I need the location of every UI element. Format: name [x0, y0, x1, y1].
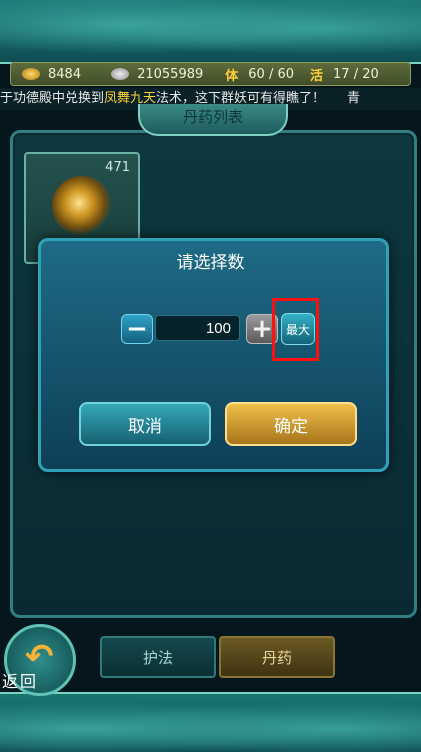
gold-amount: 8484: [48, 66, 82, 82]
activity-label: 活: [310, 68, 324, 84]
marquee-prefix: 于功德殿中兑换到: [0, 91, 105, 106]
tab-danyao[interactable]: 丹药: [219, 636, 335, 678]
back-label[interactable]: 返回: [2, 668, 38, 692]
stamina-label: 体: [225, 68, 239, 84]
top-banner: [0, 0, 421, 64]
marquee-tail: 青: [347, 91, 361, 106]
silver-resource: 21055989: [111, 67, 203, 82]
quantity-input[interactable]: [155, 315, 240, 341]
cancel-button[interactable]: 取消: [79, 402, 211, 446]
decrease-button[interactable]: −: [121, 314, 153, 344]
confirm-button[interactable]: 确定: [225, 402, 357, 446]
resource-bar: 8484 21055989 体 60 / 60 活 17 / 20: [10, 62, 411, 86]
max-button-highlight: [272, 298, 319, 361]
stamina-value: 60 / 60: [248, 66, 295, 82]
minus-icon: −: [126, 314, 148, 344]
plus-icon: +: [251, 314, 273, 344]
bottom-bar: [0, 692, 421, 752]
tab-hufa[interactable]: 护法: [100, 636, 216, 678]
gold-resource: 8484: [22, 67, 81, 82]
dialog-title: 请选择数: [176, 253, 245, 273]
golden-pill-icon: [52, 176, 112, 236]
activity-resource: 活 17 / 20: [310, 65, 379, 84]
panel-title: 丹药列表: [138, 104, 288, 136]
gold-ingot-icon: [22, 68, 40, 80]
activity-value: 17 / 20: [333, 66, 379, 82]
stamina-resource: 体 60 / 60: [225, 65, 294, 84]
silver-amount: 21055989: [137, 66, 204, 82]
item-count: 471: [105, 160, 130, 175]
silver-ingot-icon: [111, 68, 130, 80]
